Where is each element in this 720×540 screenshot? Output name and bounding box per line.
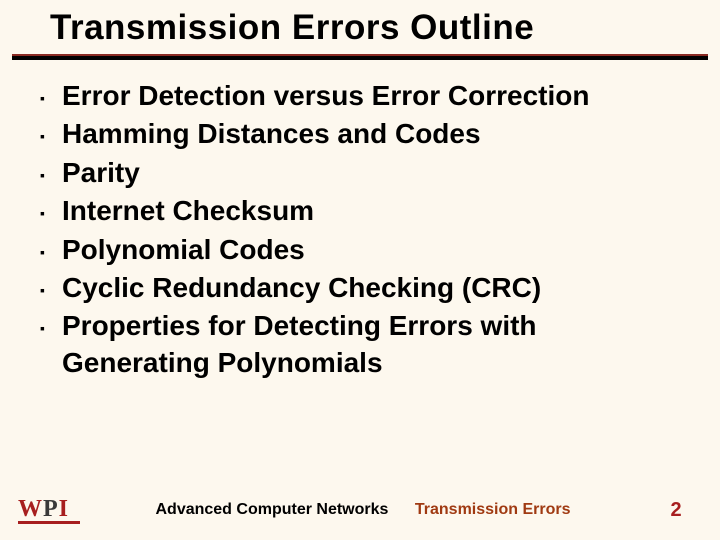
list-item: ▪ Polynomial Codes <box>40 232 680 268</box>
list-item-text: Polynomial Codes <box>62 232 305 268</box>
logo-letter-p: P <box>43 496 59 522</box>
bullet-icon: ▪ <box>40 155 62 183</box>
bullet-icon: ▪ <box>40 116 62 144</box>
list-item: ▪ Internet Checksum <box>40 193 680 229</box>
logo-letter-w: W <box>18 496 43 522</box>
list-item: ▪ Cyclic Redundancy Checking (CRC) <box>40 270 680 306</box>
page-number: 2 <box>646 499 706 522</box>
slide-title: Transmission Errors Outline <box>50 8 690 48</box>
slide-body: ▪ Error Detection versus Error Correctio… <box>0 60 720 381</box>
list-item-text: Cyclic Redundancy Checking (CRC) <box>62 270 541 306</box>
slide-footer: WPI Advanced Computer Networks Transmiss… <box>0 490 720 530</box>
bullet-icon: ▪ <box>40 78 62 106</box>
list-item-text: Hamming Distances and Codes <box>62 116 481 152</box>
bullet-icon: ▪ <box>40 308 62 336</box>
logo-letter-i: I <box>59 496 69 522</box>
list-item-text: Parity <box>62 155 140 191</box>
footer-topic: Transmission Errors <box>415 501 571 518</box>
bullet-icon: ▪ <box>40 193 62 221</box>
list-item: ▪ Error Detection versus Error Correctio… <box>40 78 680 114</box>
title-block: Transmission Errors Outline <box>0 0 720 52</box>
list-item: ▪ Parity <box>40 155 680 191</box>
footer-course: Advanced Computer Networks <box>155 501 388 518</box>
list-item-text: Properties for Detecting Errors with Gen… <box>62 308 680 381</box>
logo-underline <box>18 521 80 524</box>
footer-center: Advanced Computer Networks Transmission … <box>80 501 646 519</box>
bullet-icon: ▪ <box>40 232 62 260</box>
list-item: ▪ Properties for Detecting Errors with G… <box>40 308 680 381</box>
list-item-text: Error Detection versus Error Correction <box>62 78 590 114</box>
wpi-logo: WPI <box>18 496 80 524</box>
list-item-text: Internet Checksum <box>62 193 314 229</box>
list-item: ▪ Hamming Distances and Codes <box>40 116 680 152</box>
bullet-icon: ▪ <box>40 270 62 298</box>
